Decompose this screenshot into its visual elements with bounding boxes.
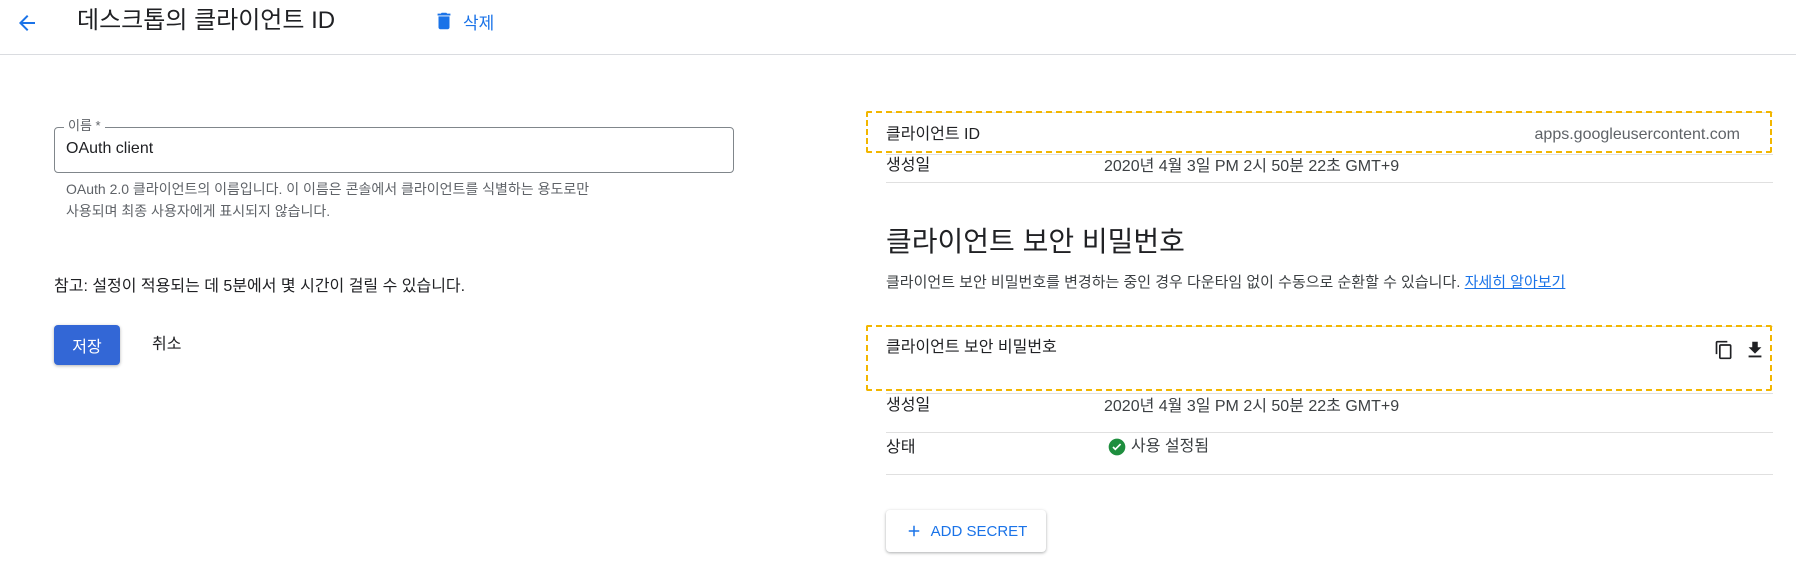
learn-more-link[interactable]: 자세히 알아보기 [1465, 274, 1566, 291]
name-field-label: 이름 * [64, 118, 105, 134]
secret-section-description: 클라이언트 보안 비밀번호를 변경하는 중인 경우 다운타임 없이 수동으로 순… [886, 272, 1565, 294]
settings-note: 참고: 설정이 적용되는 데 5분에서 몇 시간이 걸릴 수 있습니다. [54, 278, 466, 295]
cancel-button[interactable]: 취소 [142, 325, 191, 365]
divider [886, 432, 1773, 433]
trash-icon [437, 12, 451, 30]
name-help-text: OAuth 2.0 클라이언트의 이름입니다. 이 이름은 콘솔에서 클라이언트… [66, 178, 726, 222]
client-id-value[interactable]: apps.googleusercontent.com [1535, 124, 1740, 146]
status-value: 사용 설정됨 [1131, 438, 1210, 455]
download-button[interactable] [1742, 337, 1768, 363]
secret-section-title: 클라이언트 보안 비밀번호 [886, 226, 1185, 257]
secret-label: 클라이언트 보안 비밀번호 [886, 339, 1057, 356]
secret-description-text: 클라이언트 보안 비밀번호를 변경하는 중인 경우 다운타임 없이 수동으로 순… [886, 274, 1461, 291]
delete-button[interactable]: 삭제 [433, 6, 494, 36]
client-id-label: 클라이언트 ID [886, 126, 981, 143]
secret-created-label: 생성일 [886, 397, 931, 414]
check-circle-icon [1108, 438, 1126, 456]
divider [886, 393, 1773, 394]
copy-icon [1715, 340, 1732, 360]
created-value: 2020년 4월 3일 PM 2시 50분 22초 GMT+9 [1104, 158, 1400, 175]
name-input[interactable] [66, 139, 706, 159]
divider [886, 154, 1773, 155]
status-value-wrap: 사용 설정됨 [1107, 436, 1209, 458]
status-label: 상태 [886, 439, 916, 456]
arrow-back-icon [19, 15, 35, 31]
created-label: 생성일 [886, 157, 931, 174]
divider [886, 474, 1773, 475]
plus-icon [908, 525, 919, 537]
delete-label: 삭제 [463, 13, 495, 33]
add-secret-label: ADD SECRET [930, 522, 1028, 540]
name-help-line-1: OAuth 2.0 클라이언트의 이름입니다. 이 이름은 콘솔에서 클라이언트… [66, 181, 590, 197]
name-help-line-2: 사용되며 최종 사용자에게 표시되지 않습니다. [66, 203, 331, 219]
add-secret-button[interactable]: ADD SECRET [886, 510, 1046, 552]
save-button[interactable]: 저장 [54, 325, 120, 365]
secret-created-value: 2020년 4월 3일 PM 2시 50분 22초 GMT+9 [1104, 398, 1400, 415]
download-icon [1748, 341, 1762, 358]
copy-button[interactable] [1711, 337, 1737, 363]
back-button[interactable] [10, 6, 44, 40]
divider [886, 182, 1773, 183]
page-title: 데스크톱의 클라이언트 ID [77, 7, 336, 34]
